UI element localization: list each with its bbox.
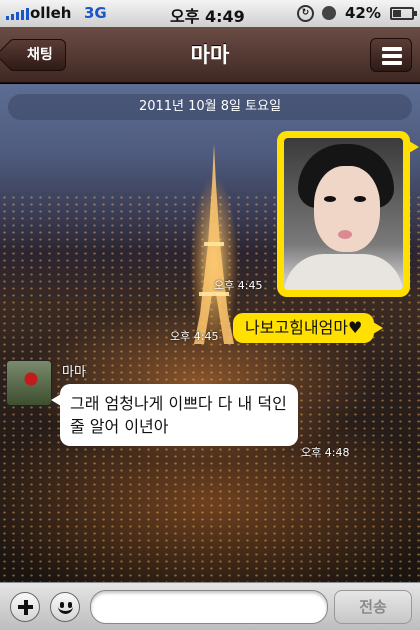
received-message-bubble[interactable]: 그래 엄청나게 이쁘다 다 내 덕인줄 알어 이년아 — [51, 384, 298, 446]
carrier-name: olleh — [30, 4, 72, 22]
add-attachment-button[interactable] — [10, 592, 40, 622]
rotation-lock-icon: ↻ — [297, 5, 314, 22]
status-bar: olleh 3G 오후 4:49 ↻ 42% — [0, 0, 420, 27]
alarm-icon — [322, 6, 336, 20]
chat-area[interactable]: 2011년 10월 8일 토요일 오후 4:45 오후 4:45 나보고힘내엄마… — [0, 84, 420, 582]
input-bar: 전송 — [0, 582, 420, 630]
message-time: 오후 4:48 — [301, 446, 350, 459]
battery-icon — [390, 7, 417, 20]
avatar[interactable] — [6, 360, 52, 406]
date-separator: 2011년 10월 8일 토요일 — [8, 94, 412, 120]
sent-message-bubble[interactable]: 나보고힘내엄마♥ — [233, 313, 384, 343]
message-time: 오후 4:45 — [170, 330, 219, 343]
battery-percent: 42% — [345, 4, 381, 22]
menu-button[interactable] — [370, 38, 412, 72]
send-button[interactable]: 전송 — [334, 590, 412, 624]
sender-name: 마마 — [62, 365, 86, 380]
message-time: 오후 4:45 — [214, 279, 263, 292]
sent-photo[interactable] — [284, 138, 403, 290]
network-type: 3G — [84, 4, 107, 22]
message-input[interactable] — [90, 590, 328, 624]
emoticon-button[interactable] — [50, 592, 80, 622]
signal-icon — [6, 8, 29, 20]
sent-photo-bubble[interactable] — [277, 131, 419, 297]
battery-level — [393, 10, 401, 17]
eiffel-tower-background — [194, 144, 234, 344]
chat-title: 마마 — [190, 43, 230, 67]
nav-bar: 채팅 마마 — [0, 27, 420, 83]
status-time: 오후 4:49 — [170, 7, 245, 26]
